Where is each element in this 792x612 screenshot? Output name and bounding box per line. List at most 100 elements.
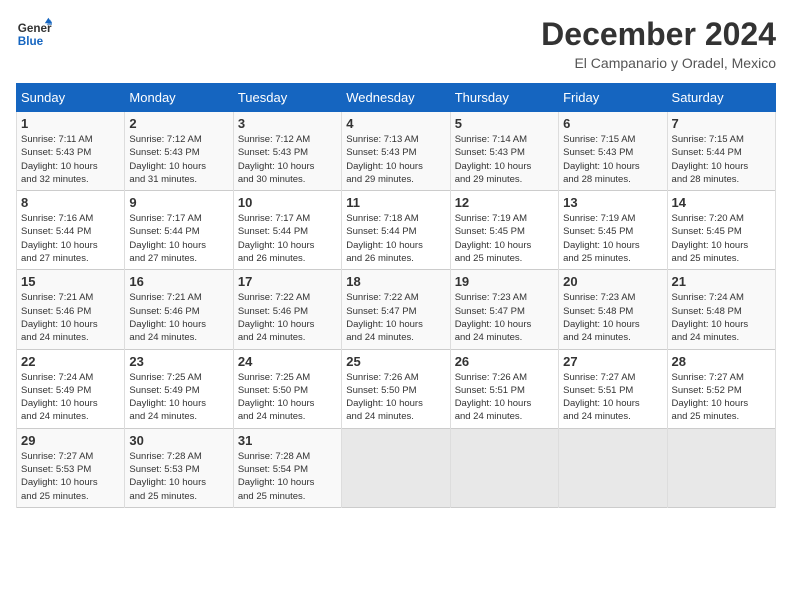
- calendar-cell: 20 Sunrise: 7:23 AM Sunset: 5:48 PM Dayli…: [559, 270, 667, 349]
- calendar-cell: [559, 428, 667, 507]
- day-number: 28: [672, 354, 771, 369]
- day-number: 16: [129, 274, 228, 289]
- day-header-thursday: Thursday: [450, 84, 558, 112]
- day-number: 5: [455, 116, 554, 131]
- day-details: Sunrise: 7:23 AM Sunset: 5:48 PM Dayligh…: [563, 291, 662, 344]
- day-number: 12: [455, 195, 554, 210]
- day-header-sunday: Sunday: [17, 84, 125, 112]
- day-details: Sunrise: 7:20 AM Sunset: 5:45 PM Dayligh…: [672, 212, 771, 265]
- day-details: Sunrise: 7:17 AM Sunset: 5:44 PM Dayligh…: [238, 212, 337, 265]
- calendar-cell: 4Sunrise: 7:13 AM Sunset: 5:43 PM Daylig…: [342, 112, 450, 191]
- day-details: Sunrise: 7:26 AM Sunset: 5:51 PM Dayligh…: [455, 371, 554, 424]
- day-number: 26: [455, 354, 554, 369]
- day-number: 22: [21, 354, 120, 369]
- day-details: Sunrise: 7:27 AM Sunset: 5:51 PM Dayligh…: [563, 371, 662, 424]
- day-number: 20: [563, 274, 662, 289]
- day-details: Sunrise: 7:24 AM Sunset: 5:49 PM Dayligh…: [21, 371, 120, 424]
- title-area: December 2024 El Campanario y Oradel, Me…: [541, 16, 776, 71]
- day-details: Sunrise: 7:28 AM Sunset: 5:53 PM Dayligh…: [129, 450, 228, 503]
- day-details: Sunrise: 7:21 AM Sunset: 5:46 PM Dayligh…: [129, 291, 228, 344]
- day-number: 21: [672, 274, 771, 289]
- location-subtitle: El Campanario y Oradel, Mexico: [541, 55, 776, 71]
- day-number: 17: [238, 274, 337, 289]
- calendar-cell: 9 Sunrise: 7:17 AM Sunset: 5:44 PM Daylig…: [125, 191, 233, 270]
- day-header-monday: Monday: [125, 84, 233, 112]
- calendar-cell: 8Sunrise: 7:16 AM Sunset: 5:44 PM Daylig…: [17, 191, 125, 270]
- day-header-friday: Friday: [559, 84, 667, 112]
- day-details: Sunrise: 7:12 AM Sunset: 5:43 PM Dayligh…: [238, 133, 337, 186]
- calendar-cell: 24Sunrise: 7:25 AM Sunset: 5:50 PM Dayli…: [233, 349, 341, 428]
- day-header-saturday: Saturday: [667, 84, 775, 112]
- day-number: 11: [346, 195, 445, 210]
- day-number: 13: [563, 195, 662, 210]
- calendar-cell: 19Sunrise: 7:23 AM Sunset: 5:47 PM Dayli…: [450, 270, 558, 349]
- calendar-cell: 10 Sunrise: 7:17 AM Sunset: 5:44 PM Dayli…: [233, 191, 341, 270]
- calendar-cell: 31 Sunrise: 7:28 AM Sunset: 5:54 PM Dayli…: [233, 428, 341, 507]
- month-title: December 2024: [541, 16, 776, 53]
- calendar-cell: 2Sunrise: 7:12 AM Sunset: 5:43 PM Daylig…: [125, 112, 233, 191]
- calendar-cell: 3 Sunrise: 7:12 AM Sunset: 5:43 PM Daylig…: [233, 112, 341, 191]
- day-details: Sunrise: 7:12 AM Sunset: 5:43 PM Dayligh…: [129, 133, 228, 186]
- day-number: 9: [129, 195, 228, 210]
- day-number: 10: [238, 195, 337, 210]
- day-number: 24: [238, 354, 337, 369]
- calendar-cell: 11 Sunrise: 7:18 AM Sunset: 5:44 PM Dayli…: [342, 191, 450, 270]
- calendar-cell: [667, 428, 775, 507]
- day-number: 30: [129, 433, 228, 448]
- calendar-table: SundayMondayTuesdayWednesdayThursdayFrid…: [16, 83, 776, 508]
- page-header: General Blue December 2024 El Campanario…: [16, 16, 776, 71]
- svg-text:General: General: [18, 22, 52, 35]
- calendar-cell: 16 Sunrise: 7:21 AM Sunset: 5:46 PM Dayli…: [125, 270, 233, 349]
- calendar-cell: 12 Sunrise: 7:19 AM Sunset: 5:45 PM Dayli…: [450, 191, 558, 270]
- day-details: Sunrise: 7:26 AM Sunset: 5:50 PM Dayligh…: [346, 371, 445, 424]
- days-header-row: SundayMondayTuesdayWednesdayThursdayFrid…: [17, 84, 776, 112]
- day-number: 25: [346, 354, 445, 369]
- day-number: 23: [129, 354, 228, 369]
- calendar-cell: 27Sunrise: 7:27 AM Sunset: 5:51 PM Dayli…: [559, 349, 667, 428]
- day-details: Sunrise: 7:27 AM Sunset: 5:53 PM Dayligh…: [21, 450, 120, 503]
- calendar-cell: 1Sunrise: 7:11 AM Sunset: 5:43 PM Daylig…: [17, 112, 125, 191]
- day-details: Sunrise: 7:18 AM Sunset: 5:44 PM Dayligh…: [346, 212, 445, 265]
- calendar-cell: 18 Sunrise: 7:22 AM Sunset: 5:47 PM Dayli…: [342, 270, 450, 349]
- calendar-cell: 29 Sunrise: 7:27 AM Sunset: 5:53 PM Dayli…: [17, 428, 125, 507]
- calendar-cell: 21 Sunrise: 7:24 AM Sunset: 5:48 PM Dayli…: [667, 270, 775, 349]
- calendar-cell: 28 Sunrise: 7:27 AM Sunset: 5:52 PM Dayli…: [667, 349, 775, 428]
- calendar-week-1: 1Sunrise: 7:11 AM Sunset: 5:43 PM Daylig…: [17, 112, 776, 191]
- calendar-cell: [450, 428, 558, 507]
- day-number: 3: [238, 116, 337, 131]
- day-details: Sunrise: 7:19 AM Sunset: 5:45 PM Dayligh…: [455, 212, 554, 265]
- logo-icon: General Blue: [16, 16, 52, 52]
- day-details: Sunrise: 7:17 AM Sunset: 5:44 PM Dayligh…: [129, 212, 228, 265]
- day-details: Sunrise: 7:27 AM Sunset: 5:52 PM Dayligh…: [672, 371, 771, 424]
- calendar-cell: 15 Sunrise: 7:21 AM Sunset: 5:46 PM Dayli…: [17, 270, 125, 349]
- calendar-cell: 25 Sunrise: 7:26 AM Sunset: 5:50 PM Dayli…: [342, 349, 450, 428]
- day-details: Sunrise: 7:22 AM Sunset: 5:46 PM Dayligh…: [238, 291, 337, 344]
- calendar-cell: 5 Sunrise: 7:14 AM Sunset: 5:43 PM Daylig…: [450, 112, 558, 191]
- calendar-week-2: 8Sunrise: 7:16 AM Sunset: 5:44 PM Daylig…: [17, 191, 776, 270]
- day-details: Sunrise: 7:14 AM Sunset: 5:43 PM Dayligh…: [455, 133, 554, 186]
- calendar-week-4: 22 Sunrise: 7:24 AM Sunset: 5:49 PM Dayli…: [17, 349, 776, 428]
- calendar-week-3: 15 Sunrise: 7:21 AM Sunset: 5:46 PM Dayli…: [17, 270, 776, 349]
- day-details: Sunrise: 7:22 AM Sunset: 5:47 PM Dayligh…: [346, 291, 445, 344]
- logo: General Blue: [16, 16, 52, 52]
- svg-text:Blue: Blue: [18, 35, 44, 48]
- day-details: Sunrise: 7:24 AM Sunset: 5:48 PM Dayligh…: [672, 291, 771, 344]
- day-details: Sunrise: 7:19 AM Sunset: 5:45 PM Dayligh…: [563, 212, 662, 265]
- day-details: Sunrise: 7:21 AM Sunset: 5:46 PM Dayligh…: [21, 291, 120, 344]
- day-details: Sunrise: 7:13 AM Sunset: 5:43 PM Dayligh…: [346, 133, 445, 186]
- day-number: 6: [563, 116, 662, 131]
- day-details: Sunrise: 7:16 AM Sunset: 5:44 PM Dayligh…: [21, 212, 120, 265]
- day-number: 15: [21, 274, 120, 289]
- day-header-wednesday: Wednesday: [342, 84, 450, 112]
- day-details: Sunrise: 7:28 AM Sunset: 5:54 PM Dayligh…: [238, 450, 337, 503]
- day-details: Sunrise: 7:23 AM Sunset: 5:47 PM Dayligh…: [455, 291, 554, 344]
- day-details: Sunrise: 7:25 AM Sunset: 5:49 PM Dayligh…: [129, 371, 228, 424]
- day-number: 18: [346, 274, 445, 289]
- calendar-cell: 26 Sunrise: 7:26 AM Sunset: 5:51 PM Dayli…: [450, 349, 558, 428]
- day-details: Sunrise: 7:15 AM Sunset: 5:43 PM Dayligh…: [563, 133, 662, 186]
- day-number: 29: [21, 433, 120, 448]
- day-number: 31: [238, 433, 337, 448]
- calendar-cell: 22 Sunrise: 7:24 AM Sunset: 5:49 PM Dayli…: [17, 349, 125, 428]
- day-number: 7: [672, 116, 771, 131]
- day-number: 1: [21, 116, 120, 131]
